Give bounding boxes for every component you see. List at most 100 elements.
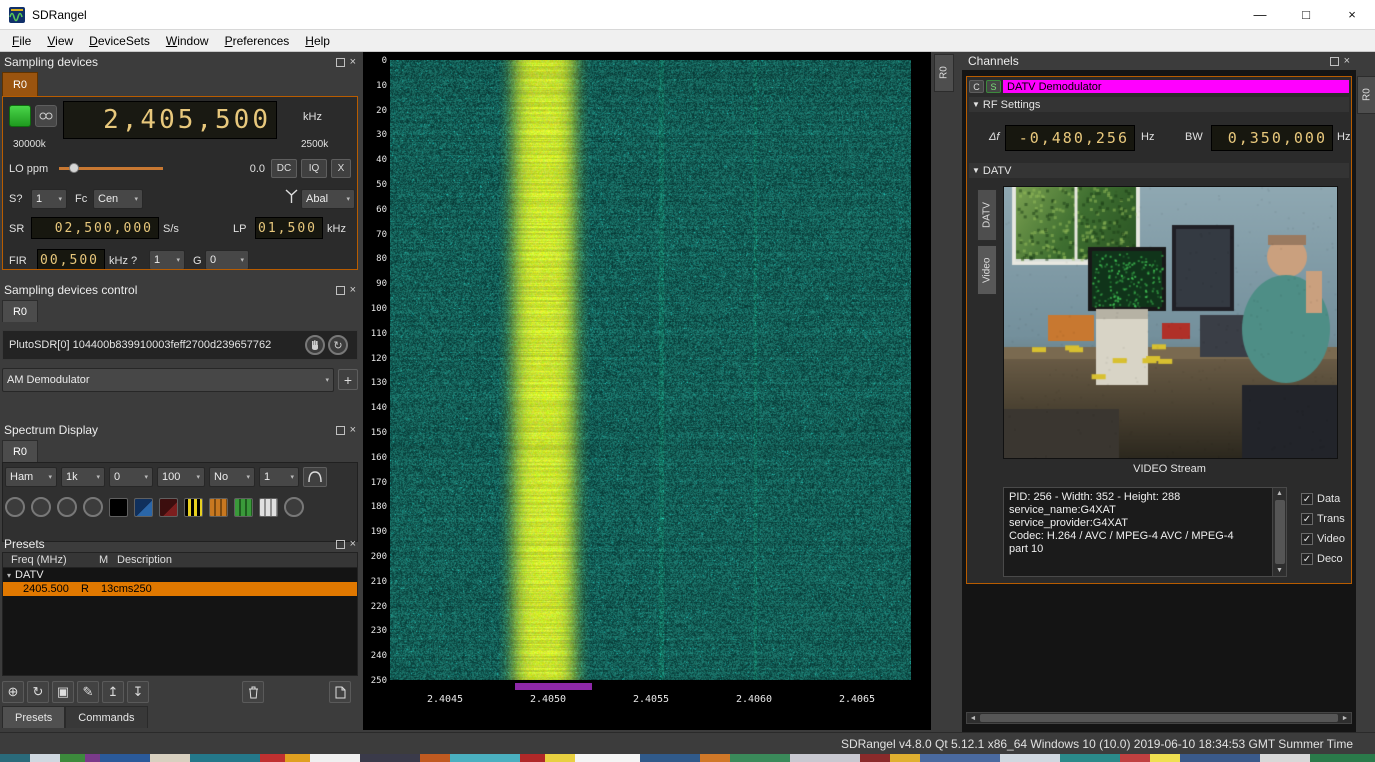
waterfall-display[interactable] — [390, 60, 911, 680]
channel-name-bar[interactable]: DATV Demodulator — [1003, 80, 1349, 93]
decay-button[interactable] — [83, 497, 103, 517]
info-scrollbar[interactable]: ▲ ▼ — [1272, 488, 1286, 576]
export-preset-button[interactable]: ↥ — [102, 681, 124, 703]
checkbox-video[interactable]: ✓Video — [1301, 529, 1351, 549]
spectrum-combo-6[interactable]: 1▾ — [259, 467, 299, 487]
delete-preset-button[interactable] — [242, 681, 264, 703]
scroll-down-icon[interactable]: ▼ — [1276, 565, 1283, 576]
filter-shape-button[interactable] — [303, 467, 327, 487]
load-preset-button[interactable] — [329, 681, 351, 703]
menu-item-help[interactable]: Help — [297, 31, 338, 51]
range-button[interactable] — [57, 497, 77, 517]
save-presets-button[interactable]: ▣ — [52, 681, 74, 703]
fir-stages-select[interactable]: 1▾ — [149, 250, 185, 270]
add-preset-button[interactable]: ⊕ — [2, 681, 24, 703]
close-icon[interactable]: × — [350, 57, 356, 67]
stream-select[interactable]: 1▾ — [31, 189, 67, 209]
checkbox-icon[interactable]: ✓ — [1301, 493, 1313, 505]
rf-settings-collapse[interactable]: ▼ RF Settings — [969, 97, 1349, 112]
close-button[interactable]: × — [1329, 0, 1375, 29]
antenna-select[interactable]: Abal▾ — [301, 189, 355, 209]
histogram-palette-button[interactable] — [234, 498, 253, 517]
tab-video[interactable]: Video — [977, 245, 997, 295]
scroll-right-icon[interactable]: ► — [1339, 715, 1351, 722]
link-button[interactable] — [35, 105, 57, 127]
checkbox-trans[interactable]: ✓Trans — [1301, 509, 1351, 529]
x-button[interactable]: X — [331, 159, 351, 178]
checkbox-data[interactable]: ✓Data — [1301, 489, 1351, 509]
channel-marker[interactable] — [515, 683, 592, 690]
menu-item-file[interactable]: File — [4, 31, 39, 51]
close-icon[interactable]: × — [350, 285, 356, 295]
menu-item-devicesets[interactable]: DeviceSets — [81, 31, 158, 51]
dc-block-button[interactable]: DC — [271, 159, 297, 178]
start-button[interactable] — [9, 105, 31, 127]
spectrum-combo-1[interactable]: Ham▾ — [5, 467, 57, 487]
spectrum-tab-r0[interactable]: R0 — [934, 54, 954, 92]
tree-expand-icon[interactable]: ▾ — [7, 571, 11, 580]
undock-icon[interactable] — [336, 426, 345, 435]
minimize-button[interactable]: — — [1237, 0, 1283, 29]
scroll-handle[interactable] — [1275, 500, 1285, 564]
tab-presets[interactable]: Presets — [2, 706, 65, 728]
max-hold-button[interactable] — [159, 498, 178, 517]
preset-row[interactable]: 2405.500R13cms250 — [3, 582, 357, 596]
histogram-button[interactable] — [134, 498, 153, 517]
edit-preset-button[interactable]: ✎ — [77, 681, 99, 703]
undock-icon[interactable] — [336, 286, 345, 295]
datv-collapse[interactable]: ▼ DATV — [969, 163, 1349, 178]
undock-icon[interactable] — [1330, 57, 1339, 66]
channels-tab-r0[interactable]: R0 — [1357, 76, 1375, 114]
spectrum-combo-4[interactable]: 100▾ — [157, 467, 205, 487]
tab-datv[interactable]: DATV — [977, 189, 997, 241]
spectrum-combo-5[interactable]: No▾ — [209, 467, 255, 487]
spectrum-combo-3[interactable]: 0▾ — [109, 467, 153, 487]
freeze-button[interactable] — [284, 497, 304, 517]
grid-toggle-button[interactable] — [5, 497, 25, 517]
fir-bw-dial[interactable]: 00,500 — [37, 249, 105, 270]
device-reload-button[interactable]: ↻ — [328, 335, 348, 355]
device-select-button[interactable] — [305, 335, 325, 355]
sampling-device-tab-r0[interactable]: R0 — [2, 72, 38, 96]
fc-position-select[interactable]: Cen▾ — [93, 189, 143, 209]
channels-hscrollbar[interactable]: ◄ ► — [966, 712, 1352, 724]
maximize-button[interactable]: □ — [1283, 0, 1329, 29]
menu-item-window[interactable]: Window — [158, 31, 217, 51]
channel-color-button[interactable]: C — [969, 80, 984, 93]
update-preset-button[interactable]: ↻ — [27, 681, 49, 703]
scroll-handle[interactable] — [980, 714, 1338, 722]
gain-select[interactable]: 0▾ — [205, 250, 249, 270]
checkbox-icon[interactable]: ✓ — [1301, 533, 1313, 545]
sampling-control-tab-r0[interactable]: R0 — [2, 300, 38, 322]
bw-dial[interactable]: 0,350,000 — [1211, 125, 1333, 151]
undock-icon[interactable] — [336, 540, 345, 549]
scroll-up-icon[interactable]: ▲ — [1276, 488, 1283, 499]
checkbox-icon[interactable]: ✓ — [1301, 553, 1313, 565]
close-icon[interactable]: × — [350, 539, 356, 549]
frequency-dial[interactable]: 2,405,500 — [63, 101, 277, 139]
waterfall-button[interactable] — [184, 498, 203, 517]
channel-stream-button[interactable]: S — [986, 80, 1001, 93]
iq-correction-button[interactable]: IQ — [301, 159, 327, 178]
lowpass-dial[interactable]: 01,500 — [255, 217, 323, 239]
preset-group-row[interactable]: ▾ DATV — [3, 568, 357, 582]
menu-item-preferences[interactable]: Preferences — [217, 31, 298, 51]
close-icon[interactable]: × — [350, 425, 356, 435]
checkbox-icon[interactable]: ✓ — [1301, 513, 1313, 525]
menu-item-view[interactable]: View — [39, 31, 81, 51]
import-preset-button[interactable]: ↧ — [127, 681, 149, 703]
delta-f-dial[interactable]: -0,480,256 — [1005, 125, 1135, 151]
lo-ppm-slider[interactable] — [59, 161, 163, 175]
black-display-button[interactable] — [109, 498, 128, 517]
tab-commands[interactable]: Commands — [65, 706, 147, 728]
grid-intensity-button[interactable] — [259, 498, 278, 517]
undock-icon[interactable] — [336, 58, 345, 67]
reference-level-button[interactable] — [31, 497, 51, 517]
slider-handle[interactable] — [69, 163, 79, 173]
sample-rate-dial[interactable]: 02,500,000 — [31, 217, 159, 239]
close-icon[interactable]: × — [1344, 56, 1350, 66]
checkbox-deco[interactable]: ✓Deco — [1301, 549, 1351, 569]
scroll-left-icon[interactable]: ◄ — [967, 715, 979, 722]
waterfall-palette-button[interactable] — [209, 498, 228, 517]
add-channel-button[interactable]: + — [338, 369, 358, 390]
